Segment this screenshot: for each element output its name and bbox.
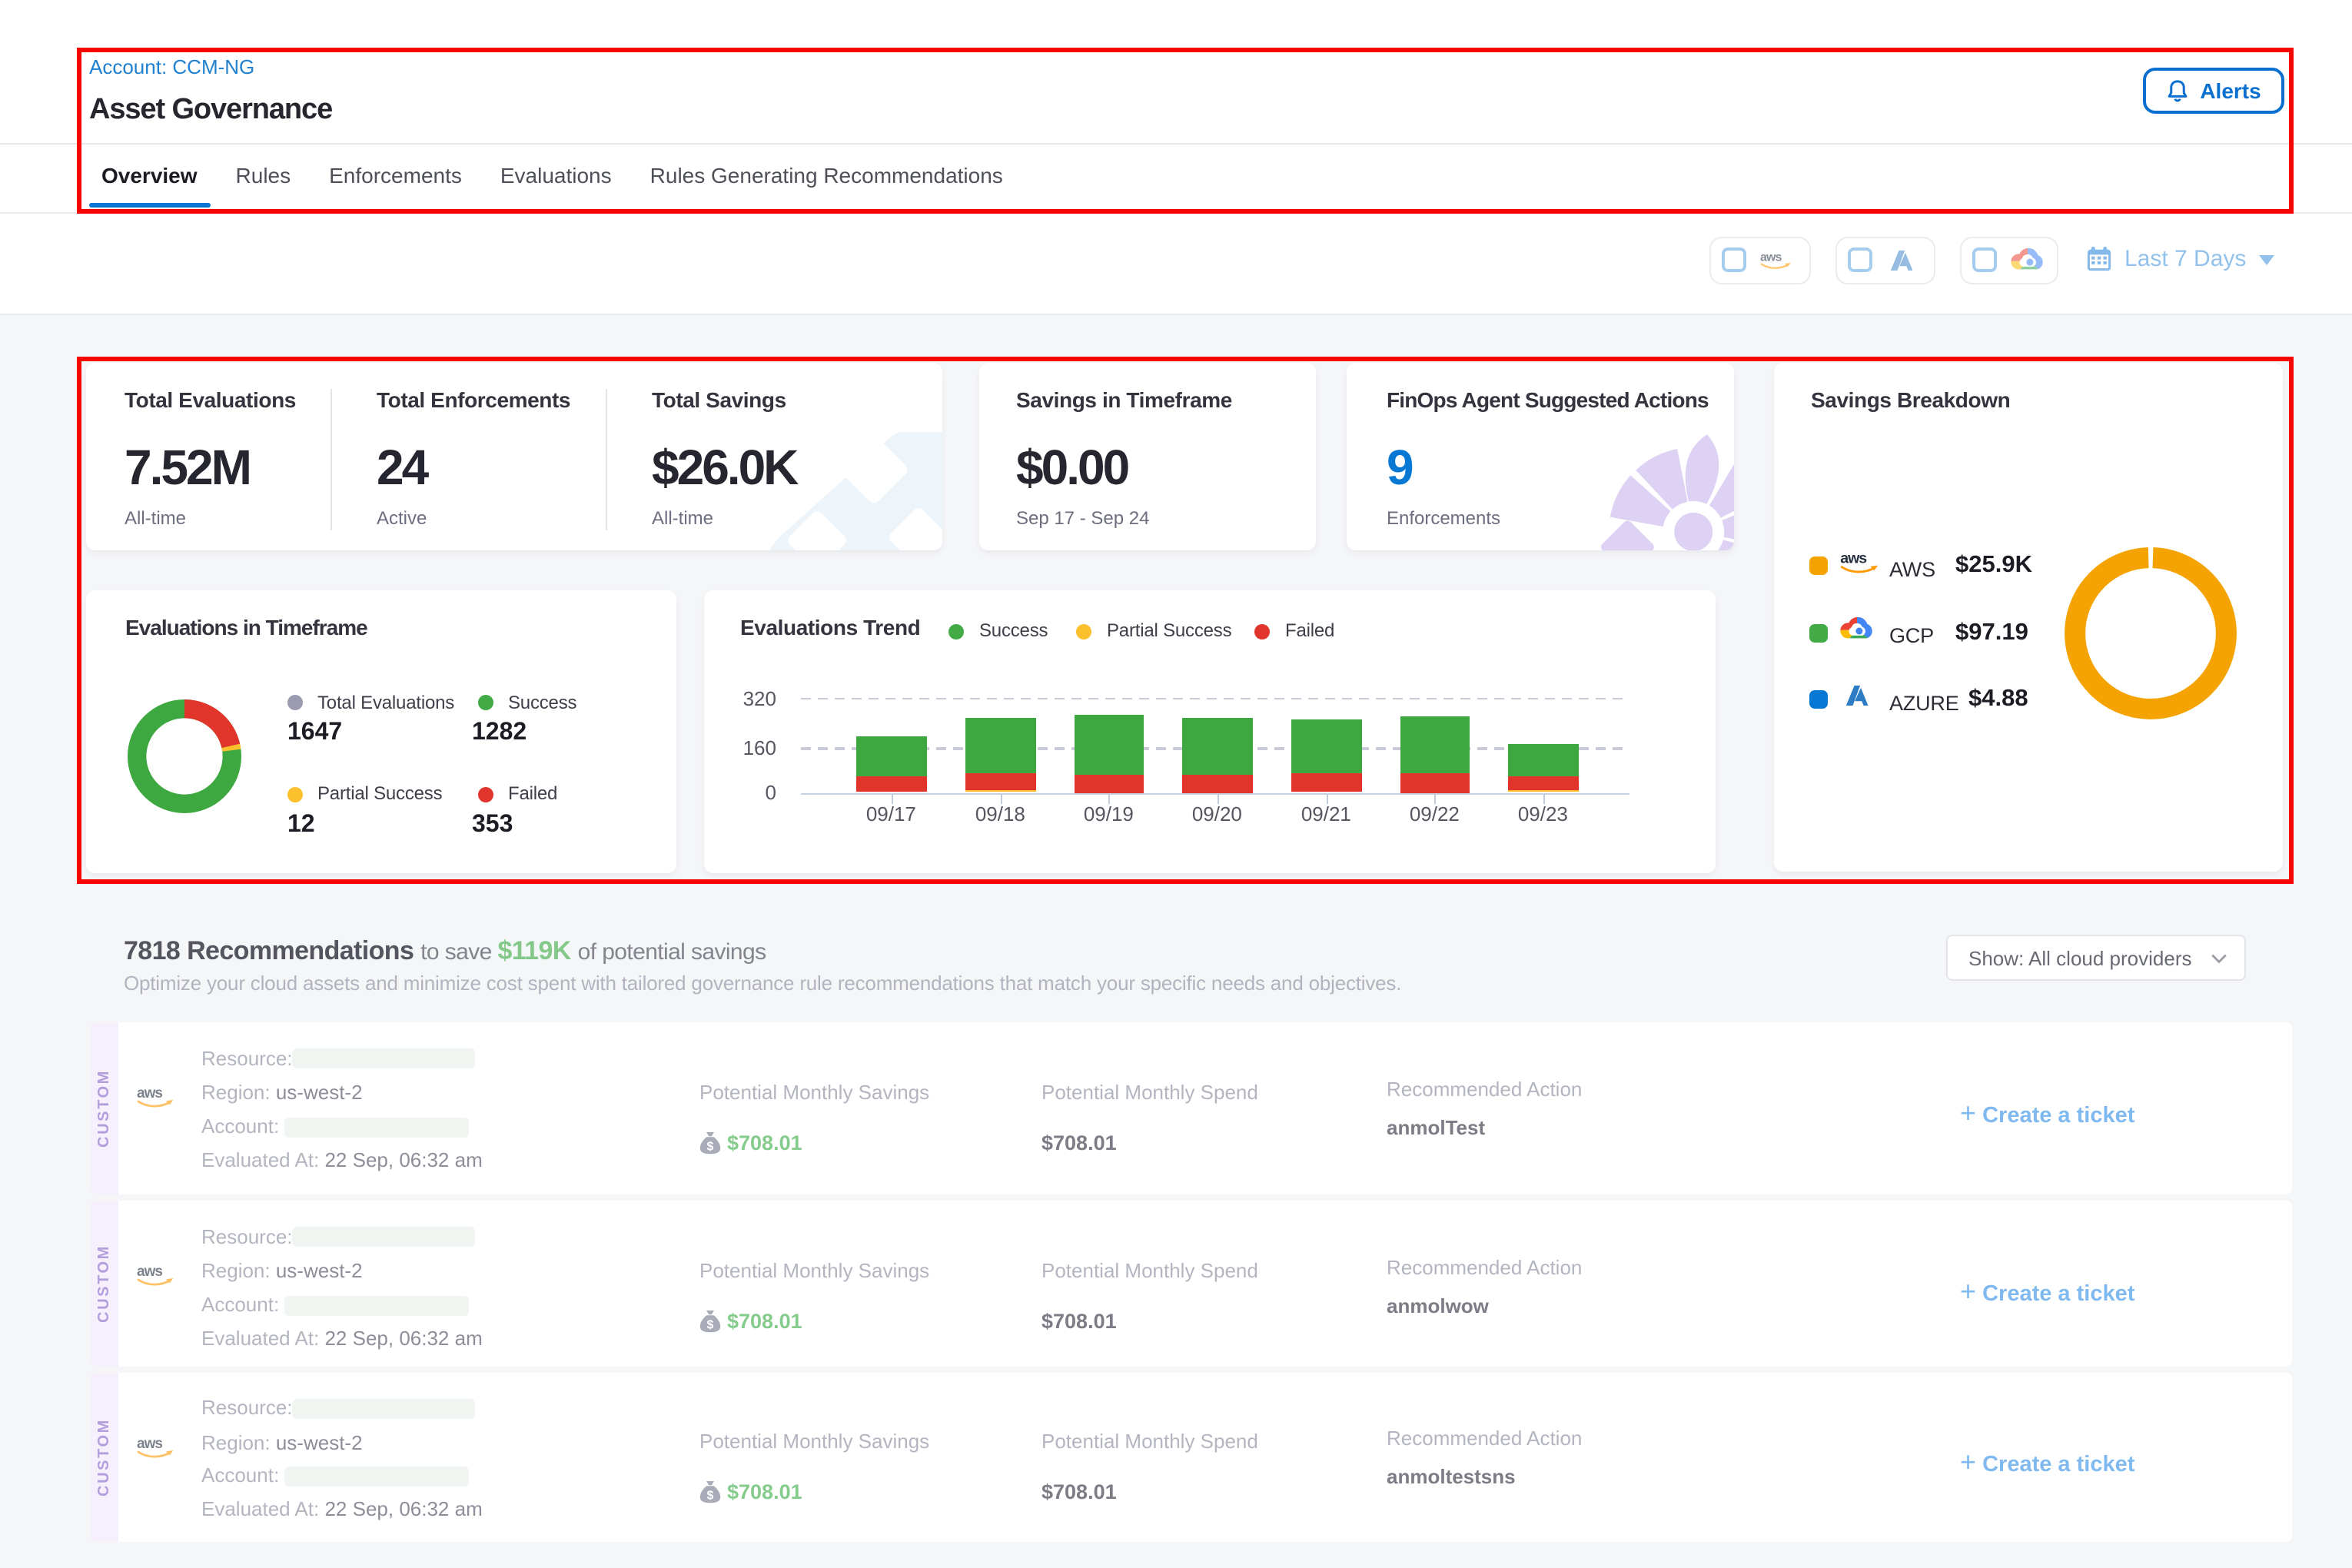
svg-text:$: $ [707, 1140, 714, 1153]
svg-text:$: $ [707, 1490, 714, 1503]
svg-text:$: $ [707, 1318, 714, 1331]
